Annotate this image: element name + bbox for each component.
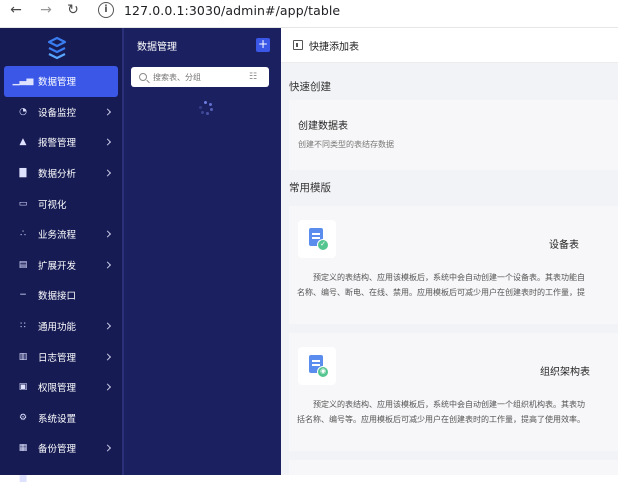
sidebar-item-label: 数据接口 — [38, 291, 77, 303]
panel-title: 数据管理 — [137, 42, 177, 53]
chevron-right-icon — [103, 230, 112, 238]
logo-icon[interactable] — [45, 36, 69, 60]
sidebar-item-label: 数据分析 — [38, 169, 77, 181]
address-bar[interactable]: i 127.0.0.1:3030/admin#/app/table — [98, 1, 340, 19]
sidebar-item-label: 通用功能 — [38, 322, 77, 334]
share-nodes-icon: ∴ — [20, 229, 26, 240]
loading-spinner-icon — [199, 101, 213, 115]
monitor-icon: ▭ — [18, 198, 28, 209]
create-table-card[interactable]: 创建数据表 创建不同类型的表结存数据 — [289, 100, 618, 170]
chart-bar-icon: ▁▃▅ — [12, 76, 34, 87]
chevron-right-icon — [103, 138, 112, 147]
browser-toolbar: ← → ↻ i 127.0.0.1:3030/admin#/app/table — [0, 0, 618, 28]
reload-icon[interactable]: ↻ — [63, 0, 83, 20]
template-card-org[interactable]: ◉ 组织架构表 预定义的表结构、应用该模板后，系统中会自动创建一个组织机构表。其… — [289, 333, 618, 451]
sidebar-item[interactable]: ⚙ 系统设置 — [0, 403, 122, 434]
pie-chart-icon: ◔ — [19, 106, 27, 117]
forward-arrow-icon[interactable]: → — [36, 0, 56, 20]
main-header: 快捷添加表 — [281, 28, 618, 63]
filter-icon[interactable]: ☷ — [249, 72, 257, 82]
quick-create-label: 快速创建 — [289, 81, 331, 93]
chevron-right-icon — [103, 353, 112, 361]
sidebar-item[interactable]: ▦ 备份管理 — [0, 433, 122, 464]
bar-chart-icon: ▇ — [19, 168, 27, 179]
template-icon: ◉ — [298, 347, 336, 385]
database-icon: ▦ — [18, 443, 28, 454]
search-box[interactable]: ☷ — [131, 67, 269, 87]
data-management-panel: 数据管理 + ☷ — [122, 28, 281, 475]
template-card-partial[interactable] — [289, 460, 618, 475]
chevron-right-icon — [103, 444, 112, 452]
sidebar-item-label: 备份管理 — [38, 444, 77, 456]
alarm-bell-icon: ▲ — [19, 137, 27, 148]
template-card-device[interactable]: ✓ 设备表 预定义的表结构、应用该模板后，系统中会自动创建一个设备表。其表功能自… — [289, 206, 618, 324]
search-input[interactable] — [153, 72, 249, 82]
sidebar-item-label: 设备监控 — [38, 107, 77, 119]
sidebar-item[interactable]: ▁▃▅ 数据管理 — [4, 66, 118, 97]
sidebar-item[interactable]: ▣ 权限管理 — [0, 372, 122, 403]
sidebar: ▁▃▅ 数据管理 ◔ 设备监控 ▲ 报警管理 ▇ 数据分析 ▭ 可视化 ∴ 业务流程 ▤ 扩展开发 − 数据接… — [0, 28, 122, 484]
url-text[interactable]: 127.0.0.1:3030/admin#/app/table — [124, 3, 340, 18]
search-icon — [139, 73, 147, 81]
back-arrow-icon[interactable]: ← — [6, 0, 26, 20]
chevron-right-icon — [103, 169, 112, 177]
chevron-right-icon — [103, 108, 112, 116]
sidebar-item[interactable]: ∴ 业务流程 — [0, 219, 122, 250]
layout-icon: ▤ — [18, 259, 28, 270]
sidebar-item-label: 数据管理 — [38, 77, 77, 89]
api-link-icon: − — [19, 290, 27, 301]
info-icon[interactable]: i — [98, 2, 114, 18]
sidebar-item[interactable]: ▤ 扩展开发 — [0, 250, 122, 281]
sidebar-item[interactable]: ■ — [0, 464, 122, 494]
page-title: 快捷添加表 — [309, 41, 359, 53]
sidebar-item-label: 报警管理 — [38, 138, 77, 150]
sidebar-item[interactable]: ◔ 设备监控 — [0, 97, 122, 128]
badge-icon: ✓ — [317, 239, 329, 251]
template-name: 设备表 — [549, 240, 579, 251]
sidebar-item[interactable]: − 数据接口 — [0, 280, 122, 311]
chevron-right-icon — [103, 322, 112, 330]
sidebar-item[interactable]: ▇ 数据分析 — [0, 158, 122, 189]
sidebar-item-label: 业务流程 — [38, 230, 77, 242]
lock-icon: ▣ — [18, 382, 28, 393]
template-desc: 预定义的表结构、应用该模板后，系统中会自动创建一个设备表。其表功能自 名称、编号… — [297, 273, 585, 297]
sidebar-item[interactable]: ∷ 通用功能 — [0, 311, 122, 342]
templates-label: 常用模版 — [289, 182, 331, 194]
sidebar-item-label: 扩展开发 — [38, 260, 77, 272]
chevron-right-icon — [103, 383, 112, 391]
grid-apps-icon: ∷ — [20, 321, 26, 332]
sidebar-item-label: 系统设置 — [38, 413, 77, 425]
create-table-title: 创建数据表 — [298, 121, 348, 132]
table-icon — [293, 40, 303, 50]
sidebar-item-label: 可视化 — [38, 199, 67, 211]
sidebar-item[interactable]: ▭ 可视化 — [0, 188, 122, 219]
add-button[interactable]: + — [256, 38, 270, 52]
chevron-right-icon — [103, 261, 112, 269]
log-file-icon: ▥ — [18, 351, 28, 362]
sidebar-menu: ▁▃▅ 数据管理 ◔ 设备监控 ▲ 报警管理 ▇ 数据分析 ▭ 可视化 ∴ 业务流程 ▤ 扩展开发 − 数据接… — [0, 66, 122, 494]
sidebar-item[interactable]: ▲ 报警管理 — [0, 127, 122, 158]
template-icon: ✓ — [298, 220, 336, 258]
sidebar-item-label: 权限管理 — [38, 383, 77, 395]
sidebar-item[interactable]: ▥ 日志管理 — [0, 341, 122, 372]
gear-icon: ⚙ — [18, 412, 28, 423]
create-table-desc: 创建不同类型的表结存数据 — [298, 140, 394, 149]
sidebar-item-label: 日志管理 — [38, 352, 77, 364]
badge-icon: ◉ — [317, 366, 329, 378]
template-name: 组织架构表 — [540, 367, 590, 378]
main-content: 快捷添加表 快速创建 创建数据表 创建不同类型的表结存数据 常用模版 ✓ 设备表… — [281, 28, 618, 475]
template-desc: 预定义的表结构、应用该模板后，系统中会自动创建一个组织机构表。其表功 括名称、编… — [297, 400, 585, 424]
